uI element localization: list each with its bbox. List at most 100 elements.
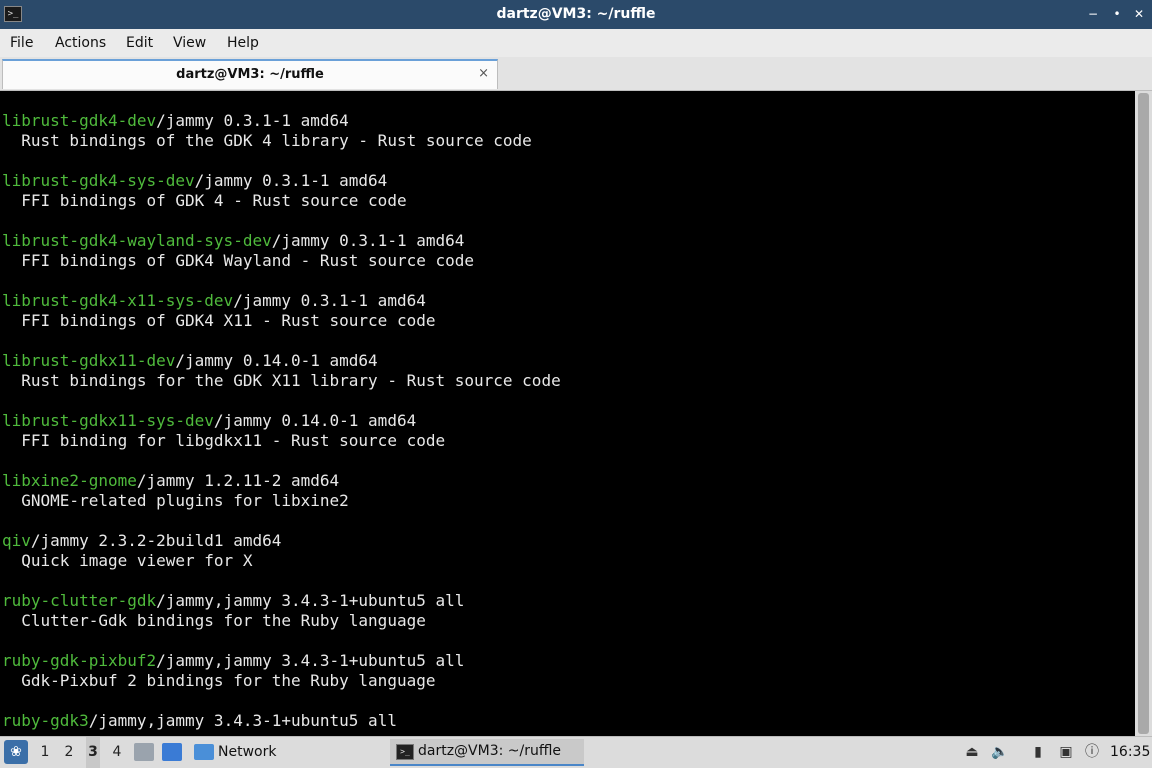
clock[interactable]: 16:35 [1110,737,1150,768]
terminal-line: librust-gdk4-x11-sys-dev/jammy 0.3.1-1 a… [2,291,1135,311]
window-title: dartz@VM3: ~/ruffle [496,6,656,22]
menu-file[interactable]: File [10,29,33,57]
package-name: libxine2-gnome [2,471,137,490]
menu-actions[interactable]: Actions [55,29,106,57]
terminal-line: Rust bindings of the GDK 4 library - Rus… [2,131,1135,151]
network-icon[interactable]: ▣ [1056,742,1076,762]
title-bar: >_ dartz@VM3: ~/ruffle − • ✕ [0,0,1152,29]
volume-icon[interactable]: 🔈 [990,742,1010,762]
terminal-line: Quick image viewer for X [2,551,1135,571]
line-text: /jammy 0.14.0-1 amd64 [175,351,378,370]
file-manager-icon[interactable] [134,743,154,761]
package-name: librust-gdk4-x11-sys-dev [2,291,234,310]
terminal-line: libxine2-gnome/jammy 1.2.11-2 amd64 [2,471,1135,491]
line-text: /jammy 0.3.1-1 amd64 [233,291,426,310]
line-text: FFI bindings of GDK 4 - Rust source code [2,191,407,210]
package-name: librust-gdkx11-dev [2,351,176,370]
package-name: librust-gdkx11-sys-dev [2,411,214,430]
line-text: /jammy,jammy 3.4.3-1+ubuntu5 all [156,591,465,610]
terminal-tab[interactable]: dartz@VM3: ~/ruffle × [2,59,498,89]
terminal-line: FFI bindings of GDK 4 - Rust source code [2,191,1135,211]
line-text: Rust bindings for the GDK X11 library - … [2,371,561,390]
line-text: /jammy 0.14.0-1 amd64 [213,411,417,430]
terminal-line: librust-gdk4-wayland-sys-dev/jammy 0.3.1… [2,231,1135,251]
eject-icon[interactable]: ⏏ [962,742,982,762]
line-text: /jammy 2.3.2-2build1 amd64 [30,531,282,550]
tab-close-icon[interactable]: × [478,66,489,82]
package-name: ruby-gdk-pixbuf2 [2,651,157,670]
line-text: /jammy 0.3.1-1 amd64 [271,231,465,250]
menu-bar: File Actions Edit View Help [0,29,1152,57]
line-text: /jammy 0.3.1-1 amd64 [156,111,349,130]
network-launcher[interactable]: Network [218,737,276,768]
task-label: dartz@VM3: ~/ruffle [418,743,562,759]
tab-label: dartz@VM3: ~/ruffle [176,67,324,82]
terminal-line: FFI bindings of GDK4 Wayland - Rust sour… [2,251,1135,271]
workspace-2[interactable]: 2 [62,737,76,768]
tab-bar: dartz@VM3: ~/ruffle × [0,57,1152,91]
terminal-line: librust-gdkx11-sys-dev/jammy 0.14.0-1 am… [2,411,1135,431]
terminal-line: Gdk-Pixbuf 2 bindings for the Ruby langu… [2,671,1135,691]
scrollbar-thumb[interactable] [1138,93,1149,734]
package-name: ruby-clutter-gdk [2,591,157,610]
terminal-line: ruby-gdk3/jammy,jammy 3.4.3-1+ubuntu5 al… [2,711,1135,731]
start-menu-icon[interactable]: ❀ [4,740,28,764]
terminal-line: GNOME-related plugins for libxine2 [2,491,1135,511]
package-name: librust-gdk4-dev [2,111,157,130]
terminal-line: FFI bindings of GDK4 X11 - Rust source c… [2,311,1135,331]
line-text: Gdk-Pixbuf 2 bindings for the Ruby langu… [2,671,436,690]
line-text: FFI bindings of GDK4 X11 - Rust source c… [2,311,436,330]
terminal-line: ruby-clutter-gdk/jammy,jammy 3.4.3-1+ubu… [2,591,1135,611]
terminal-line: Clutter-Gdk bindings for the Ruby langua… [2,611,1135,631]
line-text: GNOME-related plugins for libxine2 [2,491,349,510]
terminal-line: librust-gdk4-sys-dev/jammy 0.3.1-1 amd64 [2,171,1135,191]
line-text: /jammy 0.3.1-1 amd64 [194,171,388,190]
line-text: FFI bindings of GDK4 Wayland - Rust sour… [2,251,475,270]
close-icon[interactable]: ✕ [1130,5,1148,23]
terminal-line: librust-gdk4-dev/jammy 0.3.1-1 amd64 [2,111,1135,131]
update-notifier-icon[interactable]: ⓘ [1082,742,1102,762]
line-text: /jammy,jammy 3.4.3-1+ubuntu5 all [88,711,397,730]
terminal-line: librust-gdkx11-dev/jammy 0.14.0-1 amd64 [2,351,1135,371]
terminal-output[interactable]: librust-gdk4-dev/jammy 0.3.1-1 amd64 Rus… [2,91,1135,736]
workspace-4[interactable]: 4 [110,737,124,768]
battery-icon[interactable]: ▮ [1028,742,1048,762]
line-text: /jammy 1.2.11-2 amd64 [136,471,340,490]
line-text: Quick image viewer for X [2,551,253,570]
line-text: Rust bindings of the GDK 4 library - Rus… [2,131,532,150]
terminal-icon: >_ [396,744,414,760]
folder-icon[interactable] [194,744,214,760]
package-name: qiv [2,531,31,550]
line-text: /jammy,jammy 3.4.3-1+ubuntu5 all [156,651,465,670]
menu-view[interactable]: View [173,29,206,57]
show-desktop-icon[interactable] [162,743,182,761]
line-text: Clutter-Gdk bindings for the Ruby langua… [2,611,426,630]
package-name: librust-gdk4-sys-dev [2,171,195,190]
terminal-line: Rust bindings for the GDK X11 library - … [2,371,1135,391]
menu-help[interactable]: Help [227,29,259,57]
terminal-line: FFI binding for libgdkx11 - Rust source … [2,431,1135,451]
terminal-line: ruby-gdk-pixbuf2/jammy,jammy 3.4.3-1+ubu… [2,651,1135,671]
line-text: FFI binding for libgdkx11 - Rust source … [2,431,446,450]
workspace-1[interactable]: 1 [38,737,52,768]
workspace-3[interactable]: 3 [86,737,100,768]
terminal-line: qiv/jammy 2.3.2-2build1 amd64 [2,531,1135,551]
menu-edit[interactable]: Edit [126,29,153,57]
maximize-icon[interactable]: • [1108,5,1126,23]
minimize-icon[interactable]: − [1084,5,1102,23]
scrollbar[interactable] [1135,91,1152,736]
package-name: ruby-gdk3 [2,711,89,730]
package-name: librust-gdk4-wayland-sys-dev [2,231,272,250]
taskbar-terminal-task[interactable]: >_ dartz@VM3: ~/ruffle [390,739,584,766]
